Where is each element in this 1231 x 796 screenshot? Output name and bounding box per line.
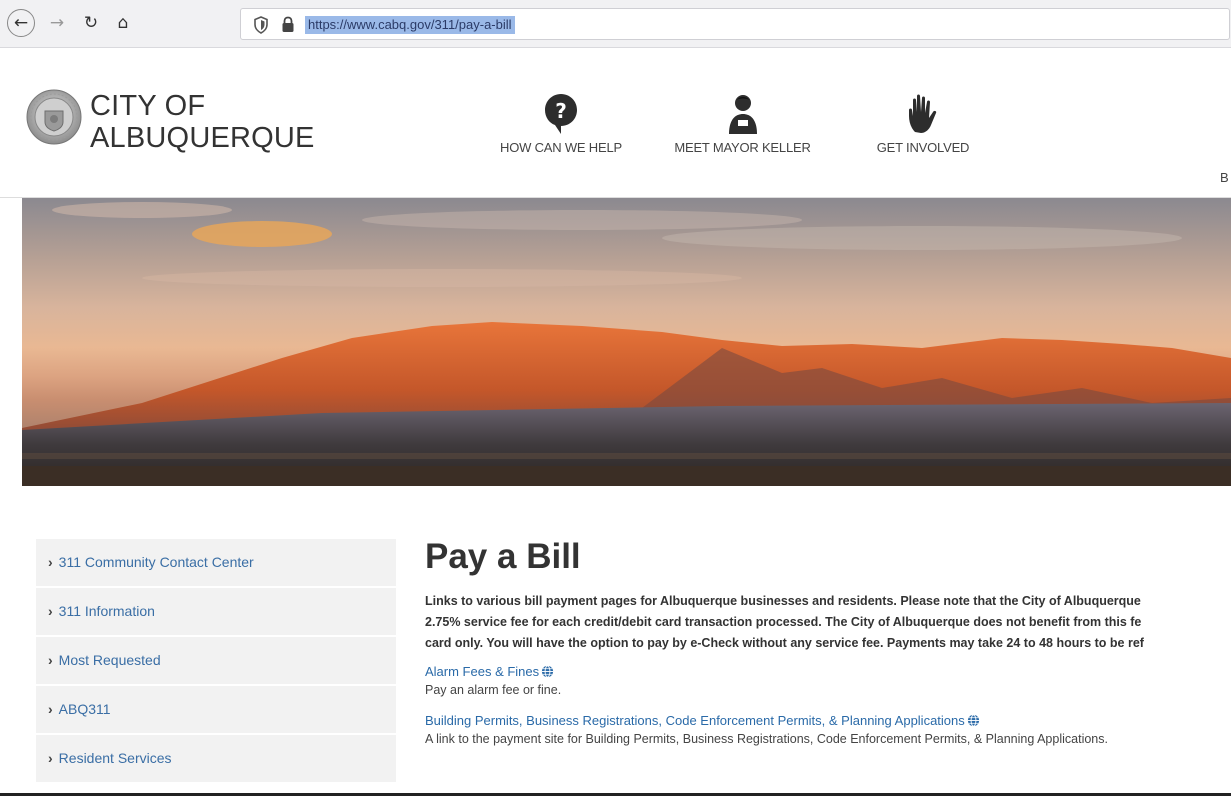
nav-how-can-we-help[interactable]: ? HOW CAN WE HELP (497, 92, 625, 155)
hand-icon (909, 94, 937, 133)
link-label: Building Permits, Business Registrations… (425, 713, 965, 728)
sidebar-item-311-information[interactable]: › 311 Information (36, 588, 396, 635)
hero-banner-image (22, 198, 1231, 486)
site-header: CITY OF ALBUQUERQUE ? HOW CAN WE HELP ME… (0, 48, 1231, 198)
lock-icon[interactable] (281, 16, 295, 33)
nav-label: MEET MAYOR KELLER (674, 140, 811, 155)
nav-meet-mayor[interactable]: MEET MAYOR KELLER (670, 92, 815, 155)
intro-line: 2.75% service fee for each credit/debit … (425, 615, 1142, 629)
logo-line-1: CITY OF (90, 90, 206, 122)
intro-line: Links to various bill payment pages for … (425, 594, 1141, 608)
home-icon[interactable]: ⌂ (110, 10, 136, 36)
back-icon[interactable]: ← (7, 9, 35, 37)
link-label: Alarm Fees & Fines (425, 664, 540, 679)
sidebar-item-most-requested[interactable]: › Most Requested (36, 637, 396, 684)
globe-icon (967, 714, 979, 727)
svg-text:?: ? (555, 99, 567, 123)
nav-label: HOW CAN WE HELP (500, 140, 622, 155)
question-icon: ? (545, 94, 577, 134)
link-description: A link to the payment site for Building … (425, 732, 1108, 746)
chevron-right-icon: › (48, 750, 53, 766)
page-title: Pay a Bill (425, 537, 581, 576)
address-bar[interactable]: https://www.cabq.gov/311/pay-a-bill (240, 8, 1230, 40)
chevron-right-icon: › (48, 701, 53, 717)
sidebar-item-label: 311 Information (58, 603, 155, 619)
link-description: Pay an alarm fee or fine. (425, 683, 562, 697)
sidebar-item-311-community-contact-center[interactable]: › 311 Community Contact Center (36, 539, 396, 586)
forward-icon[interactable]: → (44, 10, 70, 36)
sidebar-item-abq311[interactable]: › ABQ311 (36, 686, 396, 733)
link-building-permits[interactable]: Building Permits, Business Registrations… (425, 712, 980, 730)
sidebar-item-label: Most Requested (58, 652, 161, 668)
reload-icon[interactable]: ↻ (78, 10, 104, 36)
globe-icon (542, 665, 554, 678)
sidebar-item-label: 311 Community Contact Center (58, 554, 254, 570)
person-icon (728, 95, 757, 134)
intro-paragraph: Links to various bill payment pages for … (425, 591, 1231, 654)
intro-line: card only. You will have the option to p… (425, 636, 1144, 650)
url-text[interactable]: https://www.cabq.gov/311/pay-a-bill (305, 16, 515, 34)
link-alarm-fees[interactable]: Alarm Fees & Fines (425, 663, 554, 681)
browser-toolbar: ← → ↻ ⌂ https://www.cabq.gov/311/pay-a-b… (0, 0, 1231, 48)
truncated-nav-item[interactable]: B (1220, 170, 1229, 185)
city-logo-text[interactable]: CITY OF ALBUQUERQUE (90, 90, 315, 154)
chevron-right-icon: › (48, 652, 53, 668)
nav-get-involved[interactable]: GET INVOLVED (873, 92, 973, 155)
logo-line-2: ALBUQUERQUE (90, 122, 315, 154)
sidebar-nav: › 311 Community Contact Center › 311 Infor… (36, 539, 396, 784)
chevron-right-icon: › (48, 603, 53, 619)
sidebar-item-label: ABQ311 (58, 701, 111, 717)
nav-label: GET INVOLVED (876, 140, 970, 155)
main-content: Pay a Bill Links to various bill payment… (425, 536, 1231, 749)
city-seal-logo[interactable] (26, 89, 82, 145)
shield-icon[interactable] (253, 16, 269, 34)
sidebar-item-label: Resident Services (58, 750, 172, 766)
sidebar-item-resident-services[interactable]: › Resident Services (36, 735, 396, 782)
chevron-right-icon: › (48, 554, 53, 570)
